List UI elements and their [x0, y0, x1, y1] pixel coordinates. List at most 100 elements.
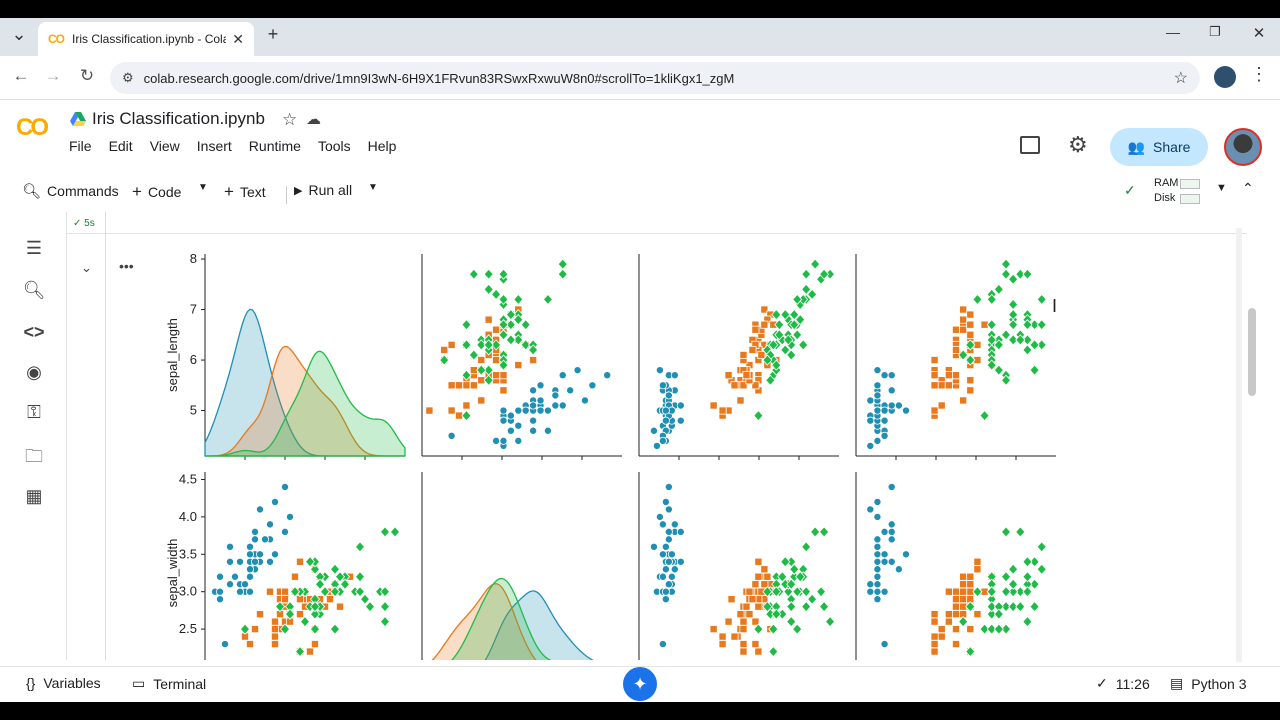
data-point: [718, 640, 727, 649]
tab-strip: ⌄ CO Iris Classification.ipynb - Colab ✕…: [0, 18, 1280, 56]
data-point: [310, 640, 319, 649]
browser-menu-icon[interactable]: ⋮: [1250, 64, 1268, 85]
resources-dropdown-icon[interactable]: ▼: [1216, 182, 1227, 194]
data-point: [455, 381, 464, 390]
data-point: [944, 381, 953, 390]
collapse-output-chevron-icon[interactable]: ⌄: [81, 260, 92, 276]
output-scrollbar-track[interactable]: [1236, 228, 1242, 662]
files-folder-icon[interactable]: 🗀: [22, 444, 46, 468]
data-point: [742, 602, 751, 611]
data-point: [973, 557, 982, 566]
address-bar[interactable]: ⚙ colab.research.google.com/drive/1mn9I3…: [110, 62, 1200, 94]
y-tick-label: 5: [190, 403, 197, 418]
data-point: [959, 595, 968, 604]
minimize-icon[interactable]: —: [1160, 24, 1186, 40]
execution-time: ✓ 5s: [73, 218, 95, 229]
cloud-saved-icon[interactable]: ☁: [306, 110, 321, 128]
y-axis-label: sepal_width: [165, 539, 180, 608]
menu-edit[interactable]: Edit: [109, 138, 133, 154]
menu-help[interactable]: Help: [368, 138, 397, 154]
data-point: [739, 625, 748, 634]
commands-label: Commands: [47, 183, 119, 199]
plus-icon: +: [132, 182, 142, 201]
data-point: [271, 632, 280, 641]
run-all-button[interactable]: ▶ Run all: [294, 182, 352, 198]
new-tab-plus-icon[interactable]: +: [260, 24, 286, 45]
back-arrow-icon[interactable]: ←: [10, 66, 32, 86]
colab-logo[interactable]: CO: [16, 114, 49, 142]
data-point: [271, 497, 280, 506]
data-point: [483, 283, 494, 295]
data-point: [952, 610, 961, 619]
add-text-button[interactable]: + Text: [224, 182, 266, 202]
close-tab-icon[interactable]: ✕: [232, 31, 244, 48]
gemini-sparkle-button[interactable]: ✦: [623, 667, 657, 701]
data-point: [329, 623, 341, 635]
comment-icon[interactable]: [1020, 136, 1040, 154]
data-point: [256, 505, 265, 514]
data-point: [667, 572, 676, 581]
execution-status[interactable]: ✓ 11:26: [1096, 675, 1150, 692]
settings-gear-icon[interactable]: ⚙: [1068, 132, 1088, 158]
secrets-eye-icon[interactable]: ◉: [22, 362, 46, 386]
data-point: [993, 623, 1004, 635]
reload-icon[interactable]: ↻: [76, 66, 98, 86]
data-point: [873, 436, 882, 445]
output-menu-dots-icon[interactable]: •••: [119, 258, 134, 274]
kernel-status[interactable]: ▤ Python 3: [1170, 675, 1247, 692]
drive-icon[interactable]: [70, 112, 86, 126]
data-point: [880, 431, 889, 440]
data-point: [468, 349, 479, 361]
share-button[interactable]: 👥 Share: [1110, 128, 1208, 166]
search-icon: 🔍︎: [22, 183, 42, 200]
notebook-scrollbar-thumb[interactable]: [1248, 308, 1256, 396]
find-replace-icon[interactable]: 🔍︎: [22, 280, 46, 304]
data-point: [1008, 578, 1019, 590]
browser-tab[interactable]: CO Iris Classification.ipynb - Colab ✕: [38, 22, 254, 56]
run-all-dropdown-icon[interactable]: ▼: [368, 182, 378, 193]
menu-view[interactable]: View: [150, 138, 180, 154]
data-point: [514, 406, 523, 415]
restore-icon[interactable]: ❐: [1202, 24, 1228, 40]
forward-arrow-icon[interactable]: →: [42, 66, 64, 86]
terminal-label: Terminal: [153, 675, 207, 692]
data-point: [661, 497, 670, 506]
data-point: [667, 550, 676, 559]
menu-tools[interactable]: Tools: [318, 138, 351, 154]
data-point: [959, 325, 968, 334]
site-info-icon[interactable]: ⚙: [122, 70, 134, 86]
add-code-button[interactable]: + Code: [132, 182, 181, 202]
tab-search-chevron-icon[interactable]: ⌄: [6, 24, 32, 45]
close-window-icon[interactable]: ✕: [1246, 24, 1272, 42]
data-point: [952, 625, 961, 634]
bookmark-star-icon[interactable]: ☆: [1174, 68, 1188, 88]
ram-bar: [1180, 179, 1200, 189]
execution-time-label: 11:26: [1115, 675, 1150, 692]
data-point: [807, 593, 818, 605]
terminal-button[interactable]: ▭ Terminal: [132, 675, 206, 692]
data-point: [271, 550, 280, 559]
data-point: [266, 557, 275, 566]
data-table-icon[interactable]: ▦: [22, 486, 46, 510]
data-point: [866, 416, 875, 425]
code-snippets-icon[interactable]: <>: [22, 322, 46, 346]
commands-button[interactable]: 🔍︎ Commands: [22, 182, 119, 200]
variables-button[interactable]: {} Variables: [26, 675, 101, 691]
data-point: [810, 526, 821, 538]
data-point: [1000, 586, 1012, 598]
key-icon[interactable]: ⚿: [22, 402, 46, 426]
menu-file[interactable]: File: [69, 138, 92, 154]
data-point: [959, 305, 968, 314]
table-of-contents-icon[interactable]: ☰: [22, 238, 46, 262]
code-dropdown-icon[interactable]: ▼: [198, 182, 208, 193]
profile-avatar-icon[interactable]: [1214, 66, 1236, 88]
menu-insert[interactable]: Insert: [197, 138, 232, 154]
notebook-title[interactable]: Iris Classification.ipynb: [92, 109, 265, 129]
user-avatar[interactable]: [1224, 128, 1262, 166]
menu-runtime[interactable]: Runtime: [249, 138, 301, 154]
text-label: Text: [239, 184, 266, 200]
star-icon[interactable]: ☆: [282, 110, 297, 130]
data-point: [661, 406, 670, 415]
data-point: [952, 345, 961, 354]
collapse-chevron-up-icon[interactable]: ⌃: [1242, 180, 1254, 197]
